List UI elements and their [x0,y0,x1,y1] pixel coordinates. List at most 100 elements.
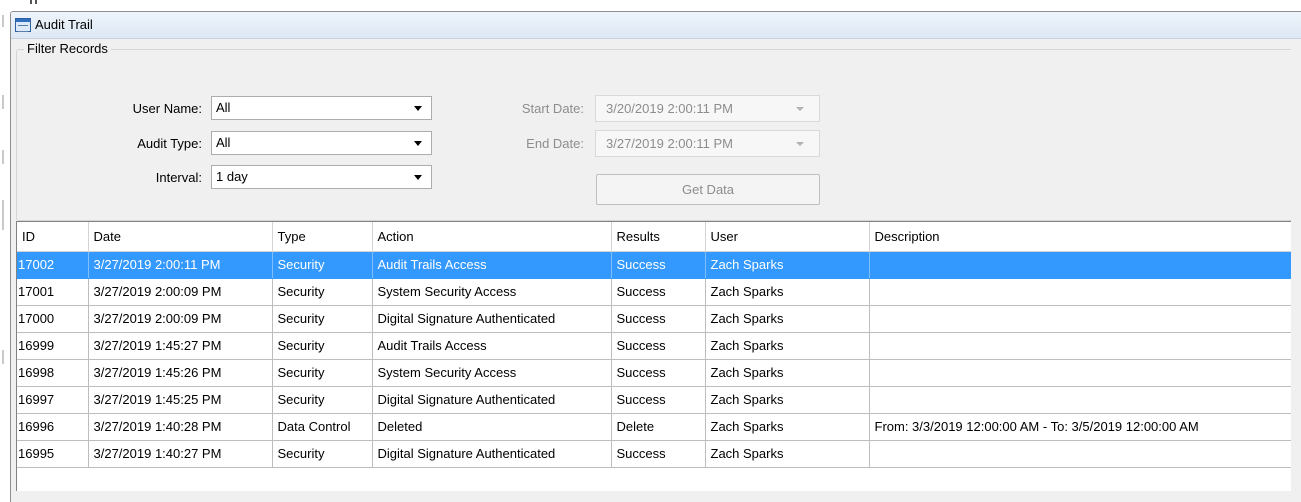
cell-results: Success [611,386,706,414]
cell-description [869,251,1291,279]
cell-date: 3/27/2019 1:45:25 PM [88,386,273,414]
cell-description [869,305,1291,333]
cell-user: Zach Sparks [705,413,870,441]
cell-action: Audit Trails Access [372,332,612,360]
grid-header-row: ID Date Type Action Results User Descrip… [17,222,1291,252]
column-header-id[interactable]: ID [17,222,89,252]
cell-user: Zach Sparks [705,440,870,468]
table-row[interactable]: 16998 3/27/2019 1:45:26 PM Security System … [17,359,1291,387]
cell-action: System Security Access [372,278,612,306]
cell-id: 16996 [17,413,89,441]
cell-date: 3/27/2019 1:45:26 PM [88,359,273,387]
cell-id: 17002 [17,251,89,279]
chevron-down-icon [414,141,422,146]
interval-dropdown[interactable]: 1 day [211,165,432,189]
cell-action: Digital Signature Authenticated [372,440,612,468]
end-date-value: 3/27/2019 2:00:11 PM [606,136,733,151]
start-date-label: Start Date: [521,101,584,116]
table-row[interactable]: 16999 3/27/2019 1:45:27 PM Security Audit T… [17,332,1291,360]
column-header-type[interactable]: Type [272,222,373,252]
cell-date: 3/27/2019 2:00:09 PM [88,278,273,306]
user-name-dropdown[interactable]: All [211,96,432,120]
chevron-down-icon [414,106,422,111]
cell-id: 16997 [17,386,89,414]
cell-type: Security [272,305,373,333]
cell-id: 17001 [17,278,89,306]
cell-type: Security [272,440,373,468]
column-header-date[interactable]: Date [88,222,273,252]
cell-date: 3/27/2019 1:40:27 PM [88,440,273,468]
cell-description [869,386,1291,414]
background-window-edge [0,0,10,502]
start-date-picker[interactable]: 3/20/2019 2:00:11 PM [595,95,820,122]
interval-label: Interval: [155,170,202,185]
table-row[interactable]: 16997 3/27/2019 1:45:25 PM Security Digital… [17,386,1291,414]
title-bar[interactable]: Audit Trail [11,12,1301,39]
cell-type: Security [272,386,373,414]
background-window-glyph [30,0,37,4]
cell-date: 3/27/2019 1:45:27 PM [88,332,273,360]
user-name-value: All [216,100,231,115]
column-header-action[interactable]: Action [372,222,612,252]
cell-type: Security [272,278,373,306]
column-header-description[interactable]: Description [869,222,1291,252]
start-date-value: 3/20/2019 2:00:11 PM [606,101,733,116]
cell-results: Success [611,278,706,306]
cell-action: Audit Trails Access [372,251,612,279]
user-name-label: User Name: [132,101,202,116]
table-row[interactable]: 16995 3/27/2019 1:40:27 PM Security Digital… [17,440,1291,468]
cell-user: Zach Sparks [705,332,870,360]
chevron-down-icon [414,175,422,180]
filter-records-legend: Filter Records [24,41,111,56]
cell-user: Zach Sparks [705,251,870,279]
cell-type: Security [272,332,373,360]
cell-id: 16998 [17,359,89,387]
cell-id: 17000 [17,305,89,333]
cell-type: Data Control [272,413,373,441]
audit-records-grid: ID Date Type Action Results User Descrip… [16,221,1291,491]
cell-results: Success [611,440,706,468]
cell-description: From: 3/3/2019 12:00:00 AM - To: 3/5/201… [869,413,1291,441]
audit-type-dropdown[interactable]: All [211,131,432,155]
get-data-button[interactable]: Get Data [596,174,820,205]
window-title: Audit Trail [35,17,93,32]
cell-id: 16995 [17,440,89,468]
cell-date: 3/27/2019 2:00:11 PM [88,251,273,279]
chevron-down-icon [796,107,804,111]
chevron-down-icon [796,142,804,146]
cell-description [869,440,1291,468]
cell-user: Zach Sparks [705,305,870,333]
table-row[interactable]: 17002 3/27/2019 2:00:11 PM Security Audit T… [17,251,1291,279]
cell-results: Success [611,305,706,333]
cell-date: 3/27/2019 2:00:09 PM [88,305,273,333]
cell-user: Zach Sparks [705,386,870,414]
cell-user: Zach Sparks [705,278,870,306]
audit-type-label: Audit Type: [137,136,202,151]
audit-type-value: All [216,135,231,150]
end-date-picker[interactable]: 3/27/2019 2:00:11 PM [595,130,820,157]
cell-action: Digital Signature Authenticated [372,305,612,333]
end-date-label: End Date: [526,136,584,151]
cell-user: Zach Sparks [705,359,870,387]
interval-value: 1 day [216,169,248,184]
cell-results: Delete [611,413,706,441]
cell-action: Digital Signature Authenticated [372,386,612,414]
table-row[interactable]: 16996 3/27/2019 1:40:28 PM Data Control Del… [17,413,1291,441]
cell-description [869,332,1291,360]
table-row[interactable]: 17000 3/27/2019 2:00:09 PM Security Digital… [17,305,1291,333]
cell-description [869,359,1291,387]
cell-action: System Security Access [372,359,612,387]
cell-type: Security [272,251,373,279]
cell-action: Deleted [372,413,612,441]
cell-type: Security [272,359,373,387]
window-form-icon [15,18,31,32]
column-header-results[interactable]: Results [611,222,706,252]
cell-results: Success [611,359,706,387]
cell-description [869,278,1291,306]
column-header-user[interactable]: User [705,222,870,252]
cell-results: Success [611,332,706,360]
cell-id: 16999 [17,332,89,360]
cell-date: 3/27/2019 1:40:28 PM [88,413,273,441]
cell-results: Success [611,251,706,279]
table-row[interactable]: 17001 3/27/2019 2:00:09 PM Security System … [17,278,1291,306]
